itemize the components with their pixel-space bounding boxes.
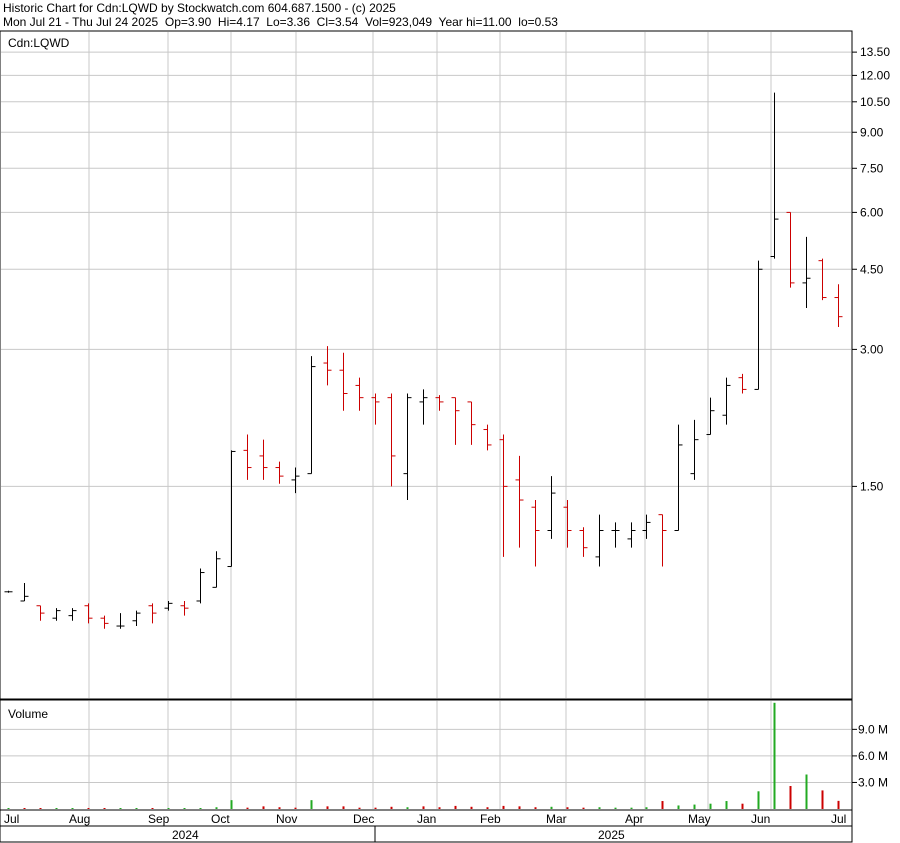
- price-chart: Jul Aug Sep Oct Nov Dec Jan Feb Mar Apr May Jun Jul 2…: [0, 30, 890, 843]
- month-label: Oct: [211, 812, 230, 826]
- month-label: Jul: [831, 812, 846, 826]
- ohlc-bar: [243, 434, 252, 480]
- ohlc-bar: [68, 608, 77, 621]
- ohlc-bar: [658, 514, 667, 567]
- volume-tick-label: 3.0 M: [858, 775, 888, 789]
- ohlc-bar: [116, 613, 125, 629]
- month-label: Apr: [625, 812, 644, 826]
- ohlc-bar: [132, 610, 141, 627]
- month-label: Nov: [276, 812, 297, 826]
- ohlc-bar: [579, 527, 588, 557]
- ohlc-bar: [547, 476, 556, 539]
- price-tick-label: 4.50: [860, 262, 884, 276]
- year-label: 2025: [598, 828, 625, 842]
- month-label: Mar: [546, 812, 567, 826]
- ohlc-bar: [802, 236, 811, 308]
- ohlc-bar: [4, 590, 13, 593]
- price-tick-label: 3.00: [860, 342, 884, 356]
- ohlc-bar: [196, 568, 205, 604]
- ohlc-bar: [227, 450, 236, 568]
- ohlc-bar: [20, 583, 29, 602]
- price-tick-label: 10.50: [860, 95, 890, 109]
- ohlc-bar: [275, 461, 284, 484]
- year-label: 2024: [172, 828, 199, 842]
- ohlc-bar: [467, 401, 476, 445]
- ohlc-bar: [451, 397, 460, 445]
- ohlc-bar: [690, 419, 699, 480]
- ohlc-bar: [180, 600, 189, 616]
- ohlc-bar: [164, 600, 173, 611]
- ohlc-bar: [259, 439, 268, 480]
- ohlc-bar: [595, 514, 604, 567]
- ohlc-bar: [627, 522, 636, 548]
- ohlc-bar: [355, 377, 364, 411]
- ohlc-bar: [52, 608, 61, 621]
- month-label: Jan: [417, 812, 436, 826]
- ohlc-bar: [834, 284, 843, 327]
- price-panel-title: Cdn:LQWD: [8, 36, 70, 50]
- price-panel-frame: [0, 30, 853, 700]
- ohlc-bar: [100, 615, 109, 629]
- volume-panel-title: Volume: [8, 707, 48, 721]
- price-tick-label: 7.50: [860, 161, 884, 175]
- ohlc-bar: [786, 211, 795, 288]
- ohlc-bar: [84, 603, 93, 624]
- ohlc-bar: [323, 346, 332, 386]
- ohlc-bar: [738, 373, 747, 394]
- ohlc-bar: [642, 514, 651, 539]
- ohlc-bar: [754, 260, 763, 390]
- price-tick-label: 1.50: [860, 479, 884, 493]
- volume-tick-label: 6.0 M: [858, 749, 888, 763]
- month-label: May: [688, 812, 711, 826]
- ohlc-bar: [483, 424, 492, 451]
- price-tick-label: 12.00: [860, 68, 890, 82]
- ohlc-bar: [563, 500, 572, 548]
- ohlc-bar: [212, 551, 221, 588]
- month-label: Sep: [148, 812, 170, 826]
- month-label: Feb: [480, 812, 501, 826]
- ohlc-bar: [674, 424, 683, 531]
- price-tick-label: 9.00: [860, 125, 884, 139]
- ohlc-bar: [419, 389, 428, 425]
- ohlc-bar: [339, 352, 348, 411]
- ohlc-bar: [499, 434, 508, 557]
- ohlc-bar: [36, 605, 45, 621]
- price-tick-label: 13.50: [860, 45, 890, 59]
- ohlc-bar: [387, 393, 396, 487]
- ohlc-bar: [770, 92, 779, 259]
- price-tick-label: 6.00: [860, 205, 884, 219]
- volume-panel-frame: [0, 699, 853, 811]
- ohlc-bar: [403, 393, 412, 501]
- month-label: Aug: [69, 812, 90, 826]
- ohlc-bar: [722, 377, 731, 425]
- ohlc-bar: [531, 500, 540, 567]
- month-label: Jun: [751, 812, 770, 826]
- ohlc-bar: [818, 258, 827, 301]
- volume-tick-label: 9.0 M: [858, 722, 888, 736]
- ohlc-bar: [307, 356, 316, 475]
- ohlc-bar: [291, 467, 300, 494]
- month-label: Jul: [4, 812, 19, 826]
- month-label: Dec: [353, 812, 374, 826]
- ohlc-bar: [611, 522, 620, 548]
- ohlc-bar: [148, 603, 157, 624]
- ohlc-bar: [515, 455, 524, 548]
